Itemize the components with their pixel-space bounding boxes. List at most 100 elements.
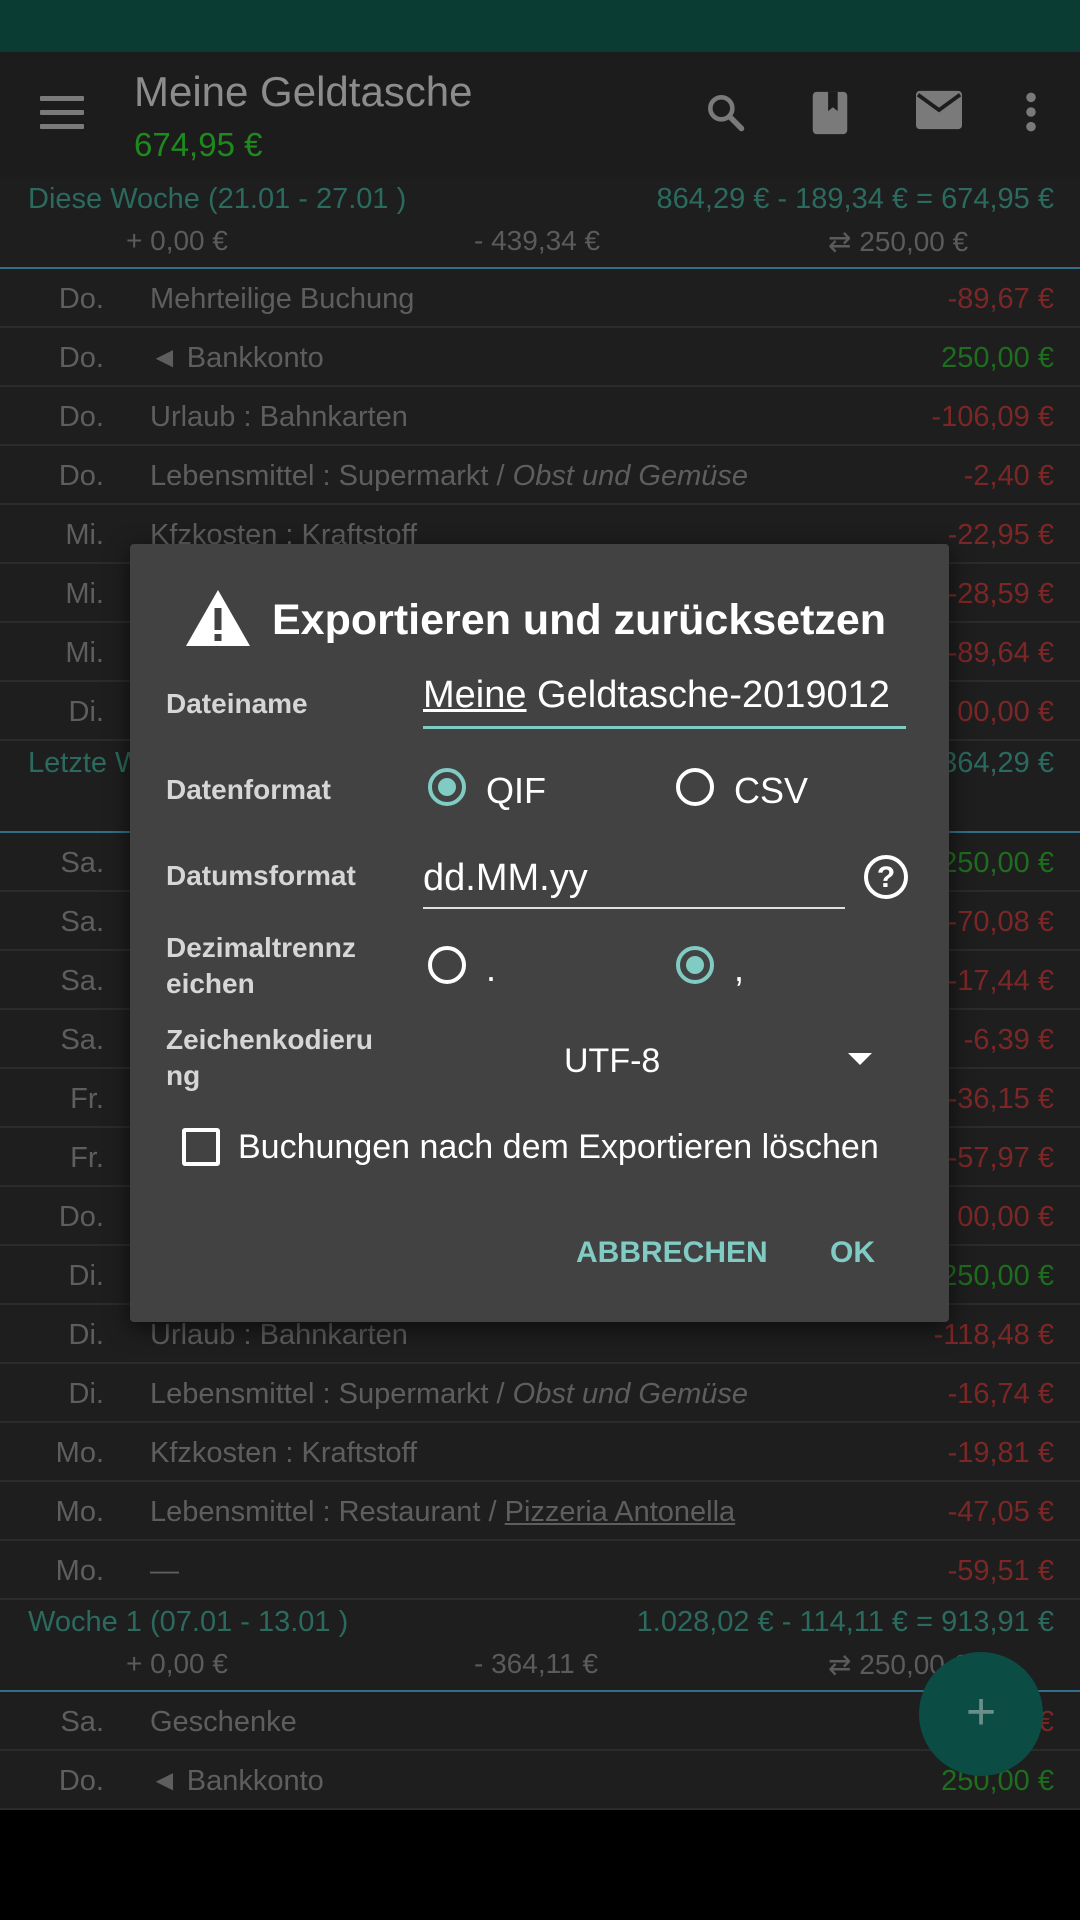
- transaction-amount: 250,00 €: [941, 1260, 1054, 1292]
- transaction-row[interactable]: Do. Urlaub : Bahnkarten -106,09 €: [0, 387, 1080, 446]
- delete-after-export-checkbox[interactable]: [182, 1128, 220, 1166]
- week-title: Letzte W: [28, 747, 143, 779]
- mail-icon[interactable]: [916, 90, 962, 135]
- format-label: Datenformat: [166, 774, 331, 805]
- delete-after-export-label[interactable]: Buchungen nach dem Exportieren löschen: [238, 1128, 879, 1167]
- more-vert-icon[interactable]: [1021, 90, 1041, 139]
- transaction-row[interactable]: Mo. — -59,51 €: [0, 1541, 1080, 1600]
- transaction-day: Sa.: [60, 965, 104, 997]
- transaction-amount: -70,08 €: [947, 906, 1054, 938]
- transaction-description: Urlaub : Bahnkarten: [150, 1319, 408, 1352]
- format-qif-radio[interactable]: [428, 768, 466, 806]
- week-summary: 864,29 € - 189,34 € = 674,95 €: [656, 183, 1054, 215]
- format-csv-radio[interactable]: [676, 768, 714, 806]
- format-csv-label: CSV: [734, 770, 809, 811]
- transaction-day: Sa.: [60, 1024, 104, 1056]
- transaction-description: Mehrteilige Buchung: [150, 283, 414, 316]
- week-transfer: ⇄ 250,00 €: [828, 226, 969, 257]
- format-qif-label: QIF: [486, 770, 546, 811]
- transaction-payee-link[interactable]: Pizzeria Antonella: [505, 1496, 736, 1528]
- transaction-amount: -89,67 €: [947, 283, 1054, 315]
- encoding-select[interactable]: UTF-8: [564, 1042, 660, 1081]
- navigation-bar: [0, 1810, 1080, 1920]
- week-title: Diese Woche (21.01 - 27.01 ): [28, 183, 407, 215]
- transaction-row[interactable]: Do. ◄ Bankkonto 250,00 €: [0, 328, 1080, 387]
- week-income: + 0,00 €: [126, 1648, 228, 1679]
- transaction-category: Kfzkosten : Kraftstoff: [150, 1437, 418, 1469]
- transaction-amount: -89,64 €: [947, 637, 1054, 669]
- transaction-description: Lebensmittel : Supermarkt / Obst und Gem…: [150, 460, 748, 493]
- transaction-amount: -2,40 €: [963, 460, 1054, 492]
- transaction-day: Do.: [58, 1765, 104, 1797]
- transaction-day: Do.: [58, 342, 104, 374]
- transaction-row[interactable]: Mo. Kfzkosten : Kraftstoff -19,81 €: [0, 1423, 1080, 1482]
- warning-icon: [184, 588, 252, 653]
- transaction-description: Urlaub : Bahnkarten: [150, 401, 408, 434]
- decimal-label-line2: eichen: [166, 968, 255, 999]
- transaction-day: Mi.: [65, 519, 104, 551]
- transaction-day: Mo.: [55, 1555, 104, 1587]
- transaction-row[interactable]: Do. ◄ Bankkonto 250,00 €: [0, 1751, 1080, 1810]
- help-icon[interactable]: ?: [864, 855, 908, 899]
- search-icon[interactable]: [703, 90, 747, 139]
- transaction-day: Mi.: [65, 637, 104, 669]
- transaction-description: ◄ Bankkonto: [150, 342, 324, 375]
- account-balance: 674,95 €: [134, 126, 263, 163]
- dropdown-arrow-icon[interactable]: [848, 1053, 872, 1065]
- plus-icon: +: [965, 1683, 997, 1741]
- transaction-row[interactable]: Sa. Geschenke €: [0, 1692, 1080, 1751]
- transaction-day: Di.: [68, 1378, 104, 1410]
- transaction-row[interactable]: Di. Lebensmittel : Supermarkt / Obst und …: [0, 1364, 1080, 1423]
- transaction-row[interactable]: Do. Mehrteilige Buchung -89,67 €: [0, 269, 1080, 328]
- decimal-comma-radio[interactable]: [676, 946, 714, 984]
- cancel-button[interactable]: ABBRECHEN: [576, 1236, 768, 1270]
- transaction-amount: -36,15 €: [947, 1083, 1054, 1115]
- transaction-day: Fr.: [70, 1083, 104, 1115]
- transaction-amount: -106,09 €: [931, 401, 1054, 433]
- transaction-description: Lebensmittel : Supermarkt / Obst und Gem…: [150, 1378, 748, 1411]
- transaction-description: Lebensmittel : Restaurant / Pizzeria Ant…: [150, 1496, 735, 1529]
- transaction-amount: -118,48 €: [933, 1319, 1054, 1351]
- transaction-description: Kfzkosten : Kraftstoff: [150, 1437, 417, 1470]
- transaction-amount: -17,44 €: [947, 965, 1054, 997]
- transaction-row[interactable]: Mo. Lebensmittel : Restaurant / Pizzeria …: [0, 1482, 1080, 1541]
- filename-label: Dateiname: [166, 688, 308, 719]
- week-summary: 364,29 €: [941, 747, 1054, 779]
- app-title: Meine Geldtasche: [134, 68, 473, 115]
- encoding-label: Zeichenkodieru ng: [166, 1022, 373, 1094]
- week-header[interactable]: Woche 1 (07.01 - 13.01 ) 1.028,02 € - 114…: [0, 1600, 1080, 1692]
- transaction-note: Obst und Gemüse: [512, 460, 748, 492]
- transaction-description: Geschenke: [150, 1706, 297, 1739]
- transaction-day: Mo.: [55, 1496, 104, 1528]
- ok-button[interactable]: OK: [830, 1236, 875, 1270]
- app-bar: Meine Geldtasche 674,95 €: [0, 52, 1080, 177]
- filename-rest: Geldtasche-2019012: [526, 674, 890, 716]
- week-title: Woche 1 (07.01 - 13.01 ): [28, 1606, 349, 1638]
- transaction-category: Urlaub : Bahnkarten: [150, 401, 408, 433]
- date-format-input[interactable]: dd.MM.yy: [423, 857, 845, 909]
- transaction-amount: -28,59 €: [947, 578, 1054, 610]
- transaction-day: Mo.: [55, 1437, 104, 1469]
- decimal-dot-radio[interactable]: [428, 946, 466, 984]
- transaction-amount: 00,00 €: [957, 1201, 1054, 1233]
- transaction-category: Lebensmittel : Restaurant /: [150, 1496, 505, 1528]
- bookmark-icon[interactable]: [810, 90, 850, 141]
- transaction-category: Urlaub : Bahnkarten: [150, 1319, 408, 1351]
- transaction-category: ◄ Bankkonto: [150, 1765, 324, 1797]
- week-header[interactable]: Diese Woche (21.01 - 27.01 ) 864,29 € - 1…: [0, 177, 1080, 269]
- transaction-category: ◄ Bankkonto: [150, 342, 324, 374]
- week-summary: 1.028,02 € - 114,11 € = 913,91 €: [636, 1606, 1054, 1638]
- filename-input[interactable]: Meine Geldtasche-2019012: [423, 674, 906, 729]
- decimal-label-line1: Dezimaltrennz: [166, 932, 356, 963]
- transaction-description: —: [150, 1555, 179, 1588]
- filename-misspelled-word: Meine: [423, 674, 527, 716]
- decimal-dot-label: .: [486, 948, 497, 989]
- menu-icon[interactable]: [40, 96, 84, 130]
- status-bar: [0, 0, 1080, 52]
- transaction-amount: 00,00 €: [957, 696, 1054, 728]
- transaction-day: Mi.: [65, 578, 104, 610]
- add-transaction-button[interactable]: +: [919, 1652, 1043, 1776]
- week-expense: - 439,34 €: [474, 225, 601, 256]
- transaction-row[interactable]: Do. Lebensmittel : Supermarkt / Obst und …: [0, 446, 1080, 505]
- encoding-label-line1: Zeichenkodieru: [166, 1024, 373, 1055]
